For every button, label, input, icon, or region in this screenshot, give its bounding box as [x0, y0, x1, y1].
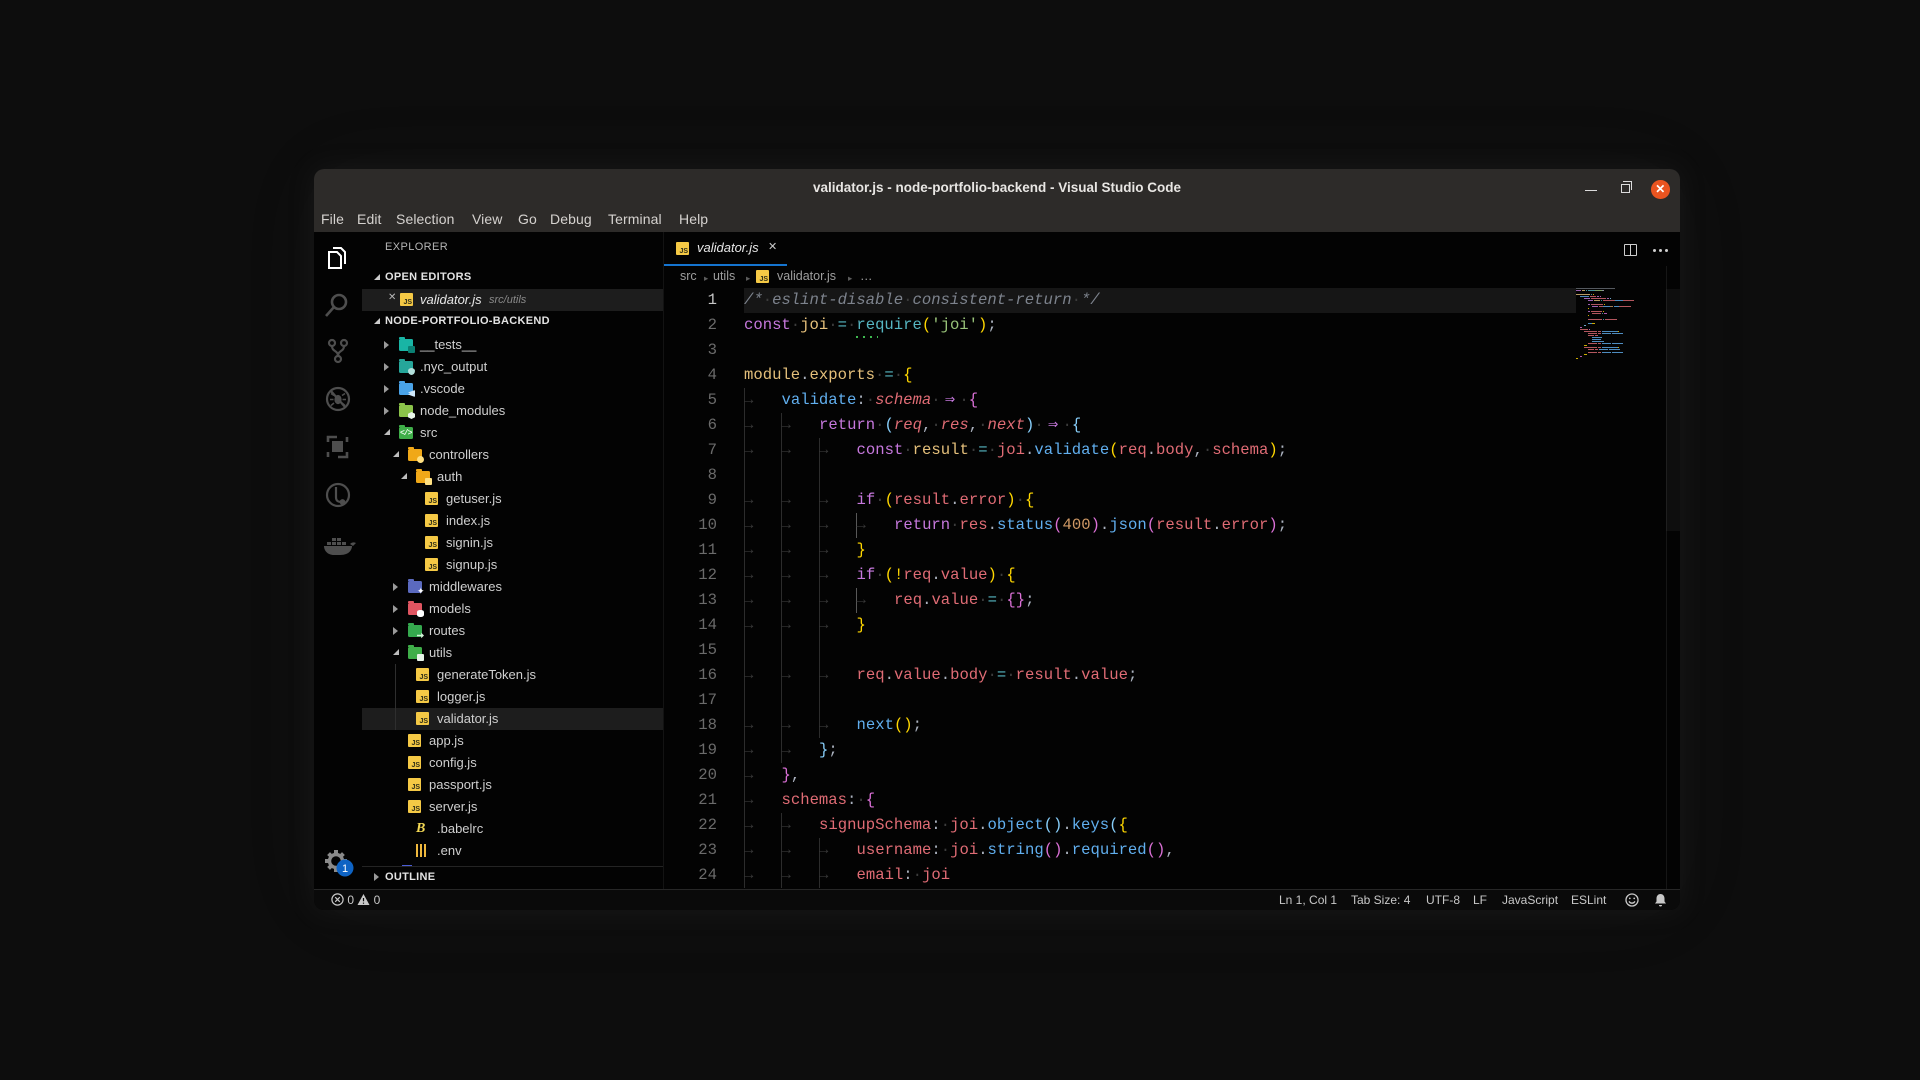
svg-text:1: 1	[342, 863, 348, 875]
